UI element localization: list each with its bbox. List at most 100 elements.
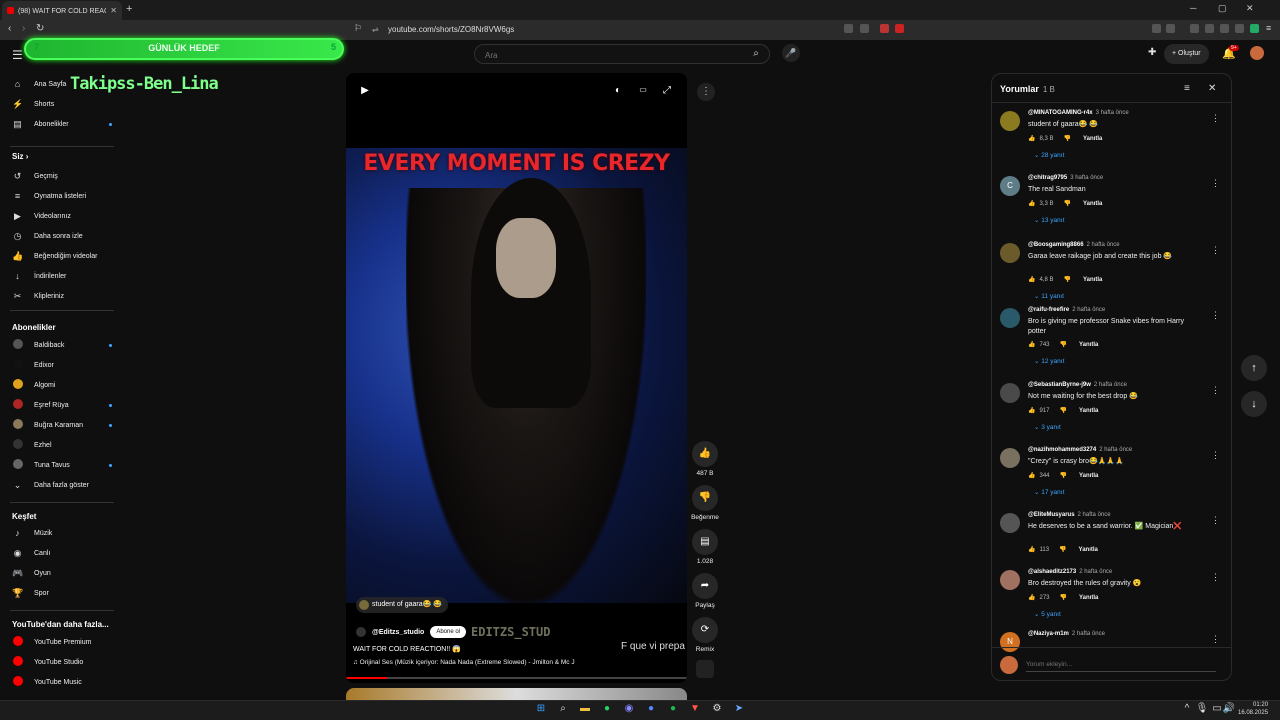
comment-avatar[interactable]: C — [1000, 176, 1020, 196]
tab-search-icon[interactable] — [1220, 24, 1229, 33]
sidebar-more-0[interactable]: YouTube Premium — [12, 632, 112, 652]
view-replies-button[interactable]: ⌄ 12 yanıt — [1034, 357, 1064, 365]
comment-options-icon[interactable]: ⋮ — [1211, 178, 1220, 189]
spotify-icon[interactable]: ● — [666, 702, 680, 716]
menu-icon[interactable]: ☰ — [12, 48, 23, 62]
sidebar-you-5[interactable]: ↓ İndirilenler — [12, 266, 112, 286]
dislike-icon[interactable]: 👎 — [692, 485, 718, 511]
taskbar-clock[interactable]: 01:20 16.08.2025 — [1238, 701, 1268, 717]
steam-icon[interactable]: ⚙ — [710, 702, 724, 716]
sidebar-item-1[interactable]: ⚡ Shorts — [12, 94, 112, 114]
telegram-icon[interactable]: ➤ — [732, 702, 746, 716]
extension-puzzle-icon[interactable] — [1152, 24, 1161, 33]
comment-avatar[interactable] — [1000, 383, 1020, 403]
sidebar-you-4[interactable]: 👍 Beğendiğim videolar — [12, 246, 112, 266]
view-replies-button[interactable]: ⌄ 17 yanıt — [1034, 488, 1064, 496]
browser-menu-icon[interactable]: ≡ — [1266, 23, 1271, 33]
you-section-header[interactable]: Siz › — [12, 152, 28, 161]
share-action[interactable]: ➦ Paylaş — [690, 573, 720, 609]
comment-options-icon[interactable]: ⋮ — [1211, 113, 1220, 124]
media-icon[interactable] — [1190, 24, 1199, 33]
comment-author[interactable]: @raifu-freefire 2 hafta önce — [1028, 307, 1105, 313]
create-video-icon[interactable]: ✚ — [1148, 47, 1156, 58]
reply-button[interactable]: Yanıtla — [1083, 136, 1102, 142]
comment-author[interactable]: @Naziya-m1m 2 hafta önce — [1028, 631, 1105, 637]
bookmark-icon[interactable]: ⚐ — [354, 23, 362, 34]
comment-dislike-icon[interactable]: 👎 — [1064, 276, 1071, 283]
comment-dislike-icon[interactable]: 👎 — [1060, 407, 1067, 414]
comment-options-icon[interactable]: ⋮ — [1211, 245, 1220, 256]
messenger-icon[interactable]: ● — [644, 702, 658, 716]
speaker-icon[interactable]: 🔊 — [1222, 702, 1236, 716]
sidebar-item-0[interactable]: ⌂ Ana Sayfa — [12, 74, 112, 94]
sidebar-explore-3[interactable]: 🏆 Spor — [12, 583, 112, 603]
tray-chevron-icon[interactable]: ^ — [1180, 702, 1194, 716]
sidebar-you-2[interactable]: ▶ Videolarınız — [12, 206, 112, 226]
video-progress-bar[interactable] — [346, 677, 687, 679]
subscriptions-header[interactable]: Abonelikler — [12, 323, 56, 332]
subscription-channel[interactable]: Algomi — [12, 375, 112, 395]
sidebar-explore-2[interactable]: 🎮 Oyun — [12, 563, 112, 583]
remix-action[interactable]: ⟳ Remix — [690, 617, 720, 653]
reply-button[interactable]: Yanıtla — [1079, 547, 1098, 553]
play-icon[interactable]: ▶ — [358, 85, 372, 99]
comment-author[interactable]: @Boosgaming8866 2 hafta önce — [1028, 242, 1120, 248]
sidebar-you-1[interactable]: ≡ Oynatma listeleri — [12, 186, 112, 206]
comment-dislike-icon[interactable]: 👎 — [1064, 200, 1071, 207]
volume-icon[interactable]: ◐ — [611, 85, 625, 99]
comment-avatar[interactable] — [1000, 308, 1020, 328]
tab-close-icon[interactable]: ✕ — [110, 6, 117, 15]
comment-dislike-icon[interactable]: 👎 — [1060, 594, 1067, 601]
comment-like-icon[interactable]: 👍 — [1028, 200, 1035, 207]
comment-author[interactable]: @MINATOGAMING-r4x 3 hafta önce — [1028, 110, 1129, 116]
view-replies-button[interactable]: ⌄ 11 yanıt — [1034, 292, 1064, 300]
comment-author[interactable]: @EliteMusyarus 2 hafta önce — [1028, 512, 1111, 518]
fullscreen-icon[interactable]: ⤢ — [660, 85, 674, 99]
sidebar-item-2[interactable]: ▤ Abonelikler — [12, 114, 112, 134]
top-comment-pill[interactable]: student of gaara😂 😂 — [356, 597, 448, 613]
sidebar-more-2[interactable]: YouTube Music — [12, 672, 112, 692]
sidebar-you-0[interactable]: ↺ Geçmiş — [12, 166, 112, 186]
subscription-channel[interactable]: Buğra Karaman — [12, 415, 112, 435]
comment-options-icon[interactable]: ⋮ — [1211, 385, 1220, 396]
share-icon[interactable]: ➦ — [692, 573, 718, 599]
reload-icon[interactable]: ↻ — [36, 23, 44, 34]
previous-video-arrow-icon[interactable]: ↑ — [1241, 355, 1267, 381]
comment-avatar[interactable] — [1000, 448, 1020, 468]
comment-like-icon[interactable]: 👍 — [1028, 341, 1035, 348]
sound-thumbnail[interactable] — [690, 660, 720, 681]
forward-icon[interactable]: › — [22, 23, 25, 34]
comment-like-icon[interactable]: 👍 — [1028, 407, 1035, 414]
dislike-action[interactable]: 👎 Beğenme — [690, 485, 720, 521]
channel-name[interactable]: @Editzs_studio — [372, 629, 424, 636]
comment-avatar[interactable] — [1000, 570, 1020, 590]
search-input[interactable] — [475, 46, 737, 65]
comment-options-icon[interactable]: ⋮ — [1211, 515, 1220, 526]
next-video-preview[interactable] — [346, 688, 687, 700]
search-box[interactable] — [474, 44, 770, 65]
music-info[interactable]: ♫ Orijinal Ses (Müzik içeriyor: Nada Nad… — [353, 659, 575, 666]
show-more-button[interactable]: ⌄ Daha fazla göster — [12, 475, 112, 495]
sort-icon[interactable]: ≡ — [1184, 83, 1190, 94]
sidebar-toggle-icon[interactable] — [1205, 24, 1214, 33]
brave-icon[interactable]: ▼ — [688, 702, 702, 716]
subscription-channel[interactable]: Tuna Tavus — [12, 455, 112, 475]
close-comments-icon[interactable]: ✕ — [1208, 83, 1216, 94]
comment-author[interactable]: @alshaeditz2173 2 hafta önce — [1028, 569, 1112, 575]
reply-button[interactable]: Yanıtla — [1079, 408, 1098, 414]
comment-options-icon[interactable]: ⋮ — [1211, 450, 1220, 461]
maximize-icon[interactable]: ▢ — [1218, 3, 1227, 14]
brave-shield-icon[interactable] — [880, 24, 889, 33]
close-window-icon[interactable]: ✕ — [1246, 3, 1254, 14]
comment-dislike-icon[interactable]: 👎 — [1060, 472, 1067, 479]
next-video-arrow-icon[interactable]: ↓ — [1241, 391, 1267, 417]
microphone-icon[interactable]: 🎤 — [782, 44, 800, 62]
channel-avatar[interactable] — [356, 627, 366, 637]
reply-button[interactable]: Yanıtla — [1079, 595, 1098, 601]
comment-dislike-icon[interactable]: 👎 — [1060, 341, 1067, 348]
back-icon[interactable]: ‹ — [8, 23, 11, 34]
comment-like-icon[interactable]: 👍 — [1028, 135, 1035, 142]
reply-button[interactable]: Yanıtla — [1079, 473, 1098, 479]
search-icon[interactable]: ⌕ — [742, 45, 770, 63]
vpn-icon[interactable] — [1235, 24, 1244, 33]
